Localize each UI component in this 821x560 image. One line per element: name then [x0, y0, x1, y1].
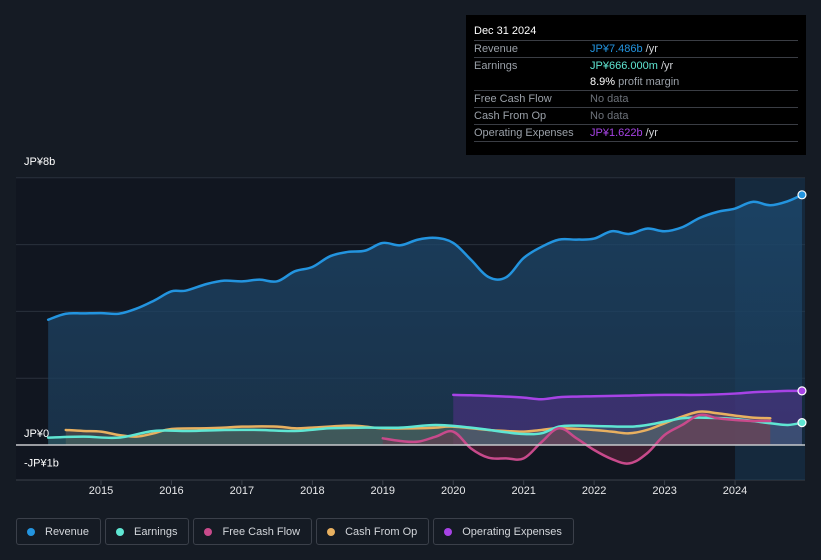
- tooltip-value-revenue: JP¥7.486b: [590, 43, 643, 55]
- legend-item-revenue[interactable]: Revenue: [16, 518, 102, 545]
- earnings-endpoint: [797, 418, 807, 428]
- legend-label: Cash From Op: [345, 525, 418, 538]
- tooltip-value-earnings: JP¥666.000m: [590, 60, 658, 72]
- x-tick-label: 2019: [371, 485, 395, 497]
- chart-legend: Revenue Earnings Free Cash Flow Cash Fro…: [16, 518, 574, 545]
- tooltip-row-profit-margin: 8.9% profit margin: [474, 74, 798, 91]
- x-tick-label: 2015: [89, 485, 113, 497]
- tooltip-unit: /yr: [657, 60, 674, 72]
- x-tick-label: 2023: [652, 485, 676, 497]
- x-tick-label: 2016: [159, 485, 183, 497]
- x-tick-label: 2024: [723, 485, 747, 497]
- revenue-dot-icon: [27, 527, 35, 536]
- operating-expenses-dot-icon: [444, 527, 453, 536]
- earnings-dot-icon: [116, 527, 125, 536]
- cash-from-op-dot-icon: [327, 527, 336, 536]
- tooltip-value-operating-expenses: JP¥1.622b: [590, 127, 643, 139]
- tooltip-unit: /yr: [642, 127, 658, 139]
- x-tick-label: 2021: [511, 485, 535, 497]
- tooltip-label: Cash From Op: [474, 110, 547, 122]
- revenue-endpoint: [797, 190, 807, 200]
- operating-expenses-endpoint: [797, 386, 807, 396]
- profit-margin-label: profit margin: [615, 76, 680, 88]
- x-tick-label: 2022: [582, 485, 606, 497]
- x-tick-label: 2017: [230, 485, 254, 497]
- legend-label: Earnings: [134, 525, 178, 538]
- tooltip-unit: /yr: [642, 43, 658, 55]
- x-tick-label: 2020: [441, 485, 465, 497]
- x-tick-label: 2018: [300, 485, 324, 497]
- tooltip-row-operating-expenses: Operating Expenses JP¥1.622b /yr: [474, 125, 798, 142]
- tooltip: Dec 31 2024 Revenue JP¥7.486b /yr Earnin…: [466, 15, 806, 155]
- legend-label: Operating Expenses: [462, 525, 562, 538]
- tooltip-label: Operating Expenses: [474, 127, 574, 139]
- tooltip-row-cash-from-op: Cash From Op No data: [474, 108, 798, 125]
- profit-margin-value: 8.9%: [590, 76, 616, 88]
- legend-item-earnings[interactable]: Earnings: [105, 518, 190, 545]
- tooltip-value-free-cash-flow: No data: [590, 93, 629, 105]
- legend-item-free-cash-flow[interactable]: Free Cash Flow: [193, 518, 313, 545]
- tooltip-label: Revenue: [474, 43, 519, 55]
- tooltip-row-revenue: Revenue JP¥7.486b /yr: [474, 41, 798, 58]
- y-tick-label: -JP¥1b: [24, 457, 59, 469]
- tooltip-row-earnings: Earnings JP¥666.000m /yr: [474, 58, 798, 74]
- y-tick-label: JP¥8b: [24, 156, 55, 168]
- legend-label: Free Cash Flow: [222, 525, 301, 538]
- y-tick-label: JP¥0: [24, 428, 49, 440]
- tooltip-label: Earnings: [474, 60, 518, 72]
- legend-item-operating-expenses[interactable]: Operating Expenses: [433, 518, 574, 545]
- tooltip-label: Free Cash Flow: [474, 93, 552, 105]
- tooltip-row-free-cash-flow: Free Cash Flow No data: [474, 91, 798, 108]
- free-cash-flow-dot-icon: [204, 527, 213, 536]
- tooltip-date: Dec 31 2024: [474, 23, 798, 41]
- tooltip-value-cash-from-op: No data: [590, 110, 629, 122]
- legend-item-cash-from-op[interactable]: Cash From Op: [316, 518, 430, 545]
- legend-label: Revenue: [45, 525, 90, 538]
- x-axis: 2015 2016 2017 2018 2019 2020 2021 2022 2023 2024: [89, 480, 747, 497]
